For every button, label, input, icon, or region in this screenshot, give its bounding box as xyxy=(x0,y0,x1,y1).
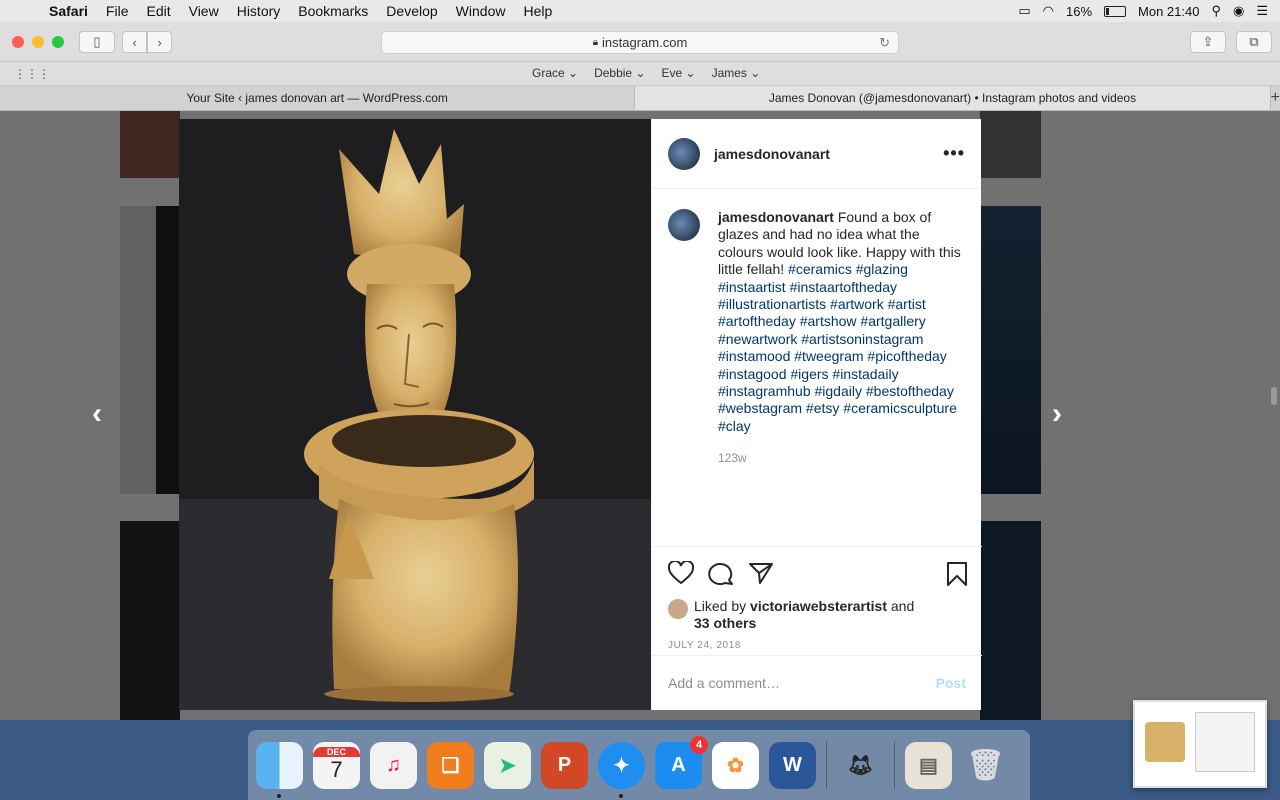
favorite-grace[interactable]: Grace ⌄ xyxy=(532,66,578,80)
post-comment-button[interactable]: Post xyxy=(936,675,966,691)
finder-icon[interactable] xyxy=(256,741,303,798)
more-options-icon[interactable]: ••• xyxy=(943,143,965,164)
comment-input[interactable]: Add a comment… xyxy=(668,675,780,691)
liked-user[interactable]: victoriawebsterartist xyxy=(750,598,887,614)
menu-history[interactable]: History xyxy=(228,3,290,19)
zoom-window-button[interactable] xyxy=(52,35,64,48)
notification-center-icon[interactable]: ☰ xyxy=(1256,3,1268,19)
post-age[interactable]: 123w xyxy=(718,451,747,465)
comment-box: Add a comment… Post xyxy=(652,655,982,710)
lock-icon: 🔒︎ xyxy=(592,37,599,48)
spotlight-icon[interactable]: ⚲ xyxy=(1211,3,1221,19)
reload-icon[interactable]: ↻ xyxy=(879,35,890,51)
battery-percent[interactable]: 16% xyxy=(1066,4,1092,19)
menu-develop[interactable]: Develop xyxy=(377,3,446,19)
app-store-badge: 4 xyxy=(690,735,708,754)
caption-hashtags[interactable]: #ceramics #glazing #instaartist #instaar… xyxy=(718,261,957,434)
minimize-window-button[interactable] xyxy=(32,35,44,48)
calendar-month: DEC xyxy=(313,747,360,757)
address-bar[interactable]: 🔒︎ instagram.com ↻ xyxy=(381,31,899,54)
powerpoint-icon[interactable]: P xyxy=(541,741,588,789)
dock-separator xyxy=(826,741,827,789)
favorites-bar: ⋮⋮⋮ Grace ⌄ Debbie ⌄ Eve ⌄ James ⌄ xyxy=(0,62,1280,86)
trash-icon[interactable]: 🗑︎ xyxy=(962,742,1009,789)
calendar-icon[interactable]: DEC 7 xyxy=(313,741,360,789)
new-tab-icon[interactable]: + xyxy=(1271,86,1280,110)
avatar[interactable] xyxy=(668,137,700,170)
battery-icon[interactable] xyxy=(1104,5,1127,17)
vertical-scrollbar[interactable] xyxy=(1271,387,1277,405)
favorite-eve[interactable]: Eve ⌄ xyxy=(662,66,696,80)
photos-icon[interactable]: ✿ xyxy=(712,741,759,789)
menu-file[interactable]: File xyxy=(97,3,138,19)
books-icon[interactable]: ❏ xyxy=(427,741,474,789)
post-date[interactable]: JULY 24, 2018 xyxy=(668,640,741,651)
forward-button[interactable]: › xyxy=(147,31,172,53)
back-button[interactable]: ‹ xyxy=(122,31,147,53)
thumbnail-page xyxy=(1195,712,1255,772)
bookmark-icon[interactable] xyxy=(946,561,968,587)
siri-icon[interactable]: ◉ xyxy=(1233,3,1244,19)
menu-window[interactable]: Window xyxy=(447,3,515,19)
favorite-debbie[interactable]: Debbie ⌄ xyxy=(594,66,645,80)
menu-bookmarks[interactable]: Bookmarks xyxy=(289,3,377,19)
dock: DEC 7 ♫ ❏ ➤ P ✦ A4 ✿ W 🦊︎ ▤ 🗑︎ xyxy=(248,730,1030,800)
close-window-button[interactable] xyxy=(12,35,24,48)
web-content: ‹ › jamesdonovanart ••• jamesdonovanart … xyxy=(0,111,1280,720)
post-header: jamesdonovanart ••• xyxy=(652,119,981,189)
next-post-arrow-icon[interactable]: › xyxy=(1052,397,1062,431)
like-heart-icon[interactable] xyxy=(668,561,694,585)
menu-edit[interactable]: Edit xyxy=(137,3,179,19)
tab-wordpress[interactable]: Your Site ‹ james donovan art — WordPres… xyxy=(0,86,636,110)
tab-bar: Your Site ‹ james donovan art — WordPres… xyxy=(0,86,1280,111)
post-modal: jamesdonovanart ••• jamesdonovanart Foun… xyxy=(179,119,982,710)
address-url: instagram.com xyxy=(602,35,688,50)
post-actions: Liked by victoriawebsterartist and 33 ot… xyxy=(652,546,982,656)
post-sidebar: jamesdonovanart ••• jamesdonovanart Foun… xyxy=(651,119,982,710)
tab-instagram[interactable]: James Donovan (@jamesdonovanart) • Insta… xyxy=(635,86,1271,110)
calendar-day: 7 xyxy=(330,757,343,782)
clock[interactable]: Mon 21:40 xyxy=(1138,4,1199,19)
top-sites-grid-icon[interactable]: ⋮⋮⋮ xyxy=(14,67,50,81)
caption-text: jamesdonovanart Found a box of glazes an… xyxy=(718,209,968,435)
safari-icon[interactable]: ✦ xyxy=(598,741,645,798)
menu-app-name[interactable]: Safari xyxy=(40,3,97,19)
liked-and: and xyxy=(890,598,915,614)
menu-view[interactable]: View xyxy=(180,3,228,19)
word-icon[interactable]: W xyxy=(769,741,816,789)
favorite-james[interactable]: James ⌄ xyxy=(712,66,761,80)
caption-username[interactable]: jamesdonovanart xyxy=(718,209,834,225)
liked-by: Liked by victoriawebsterartist and 33 ot… xyxy=(668,598,914,632)
liked-others[interactable]: 33 others xyxy=(694,615,756,631)
share-direct-icon[interactable] xyxy=(748,561,774,585)
airplay-icon[interactable]: ▭ xyxy=(1018,3,1030,19)
ceramic-sculpture-image xyxy=(179,119,651,710)
downloads-stack-icon[interactable]: ▤ xyxy=(905,741,952,789)
previous-post-arrow-icon[interactable]: ‹ xyxy=(92,397,102,431)
post-username[interactable]: jamesdonovanart xyxy=(714,146,830,162)
post-caption: jamesdonovanart Found a box of glazes an… xyxy=(668,209,968,435)
thumbnail-image xyxy=(1145,722,1185,762)
safari-toolbar: ▯ ‹ › 🔒︎ instagram.com ↻ ⇪ ⧉ xyxy=(0,22,1280,62)
comment-icon[interactable] xyxy=(708,561,734,585)
music-icon[interactable]: ♫ xyxy=(370,741,417,789)
dock-separator xyxy=(894,741,895,789)
menu-help[interactable]: Help xyxy=(514,3,561,19)
sidebar-toggle-icon[interactable]: ▯ xyxy=(79,31,115,53)
wifi-icon[interactable]: ◠ xyxy=(1043,3,1054,19)
tabs-overview-button[interactable]: ⧉ xyxy=(1236,31,1272,53)
liked-prefix: Liked by xyxy=(694,598,747,614)
maps-icon[interactable]: ➤ xyxy=(484,741,531,789)
menubar: Safari File Edit View History Bookmarks … xyxy=(0,0,1280,22)
share-button[interactable]: ⇪ xyxy=(1190,31,1226,53)
liker-avatar[interactable] xyxy=(668,599,688,619)
screenshot-preview-thumbnail[interactable] xyxy=(1133,700,1267,788)
app-store-icon[interactable]: A4 xyxy=(655,735,708,789)
post-photo[interactable] xyxy=(179,119,651,710)
avatar[interactable] xyxy=(668,209,700,241)
gimp-icon[interactable]: 🦊︎ xyxy=(837,742,884,789)
